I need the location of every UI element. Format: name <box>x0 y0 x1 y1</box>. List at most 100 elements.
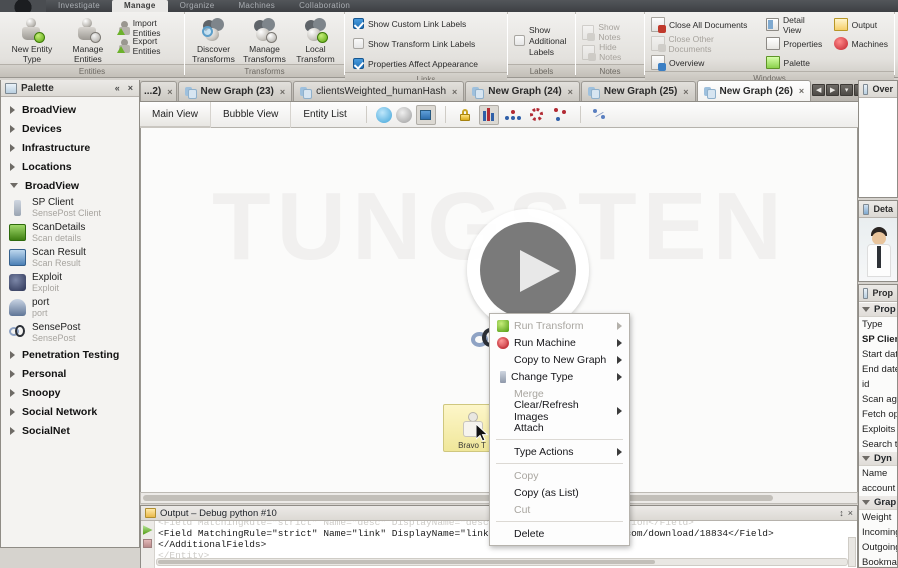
lock-icon[interactable] <box>455 105 475 125</box>
export-entities-button[interactable]: Export Entities <box>118 37 178 54</box>
palette-category-socialnet[interactable]: SocialNet <box>1 421 139 440</box>
manage-entities-button[interactable]: Manage Entities <box>62 15 114 64</box>
context-menu-item-cut[interactable]: Cut <box>490 501 629 518</box>
output-stop-icon[interactable] <box>143 539 152 548</box>
tab-nav-list-button[interactable]: ▾ <box>840 84 853 96</box>
palette-category-broadview-2[interactable]: BroadView <box>1 176 139 195</box>
palette-category-infrastructure[interactable]: Infrastructure <box>1 138 139 157</box>
show-notes-button[interactable]: Show Notes <box>582 24 638 41</box>
palette-close-button[interactable]: × <box>126 83 135 93</box>
palette-category-penetration-testing[interactable]: Penetration Testing <box>1 345 139 364</box>
close-icon[interactable]: × <box>799 86 804 96</box>
document-tab-new-graph-26[interactable]: New Graph (26) × <box>697 80 812 101</box>
properties-button[interactable]: Properties <box>766 35 824 52</box>
palette-category-locations[interactable]: Locations <box>1 157 139 176</box>
overview-minimap[interactable] <box>859 98 897 197</box>
properties-list[interactable]: Prop Type SP Client Start date End date … <box>859 302 897 566</box>
tab-main-view[interactable]: Main View <box>140 102 211 128</box>
document-tab-label: New Graph (25) <box>604 86 677 97</box>
menu-tab-collaboration[interactable]: Collaboration <box>287 0 362 12</box>
palette-entity-sp-client[interactable]: SP Client SensePost Client <box>1 195 139 220</box>
scrollbar-thumb[interactable] <box>158 560 655 564</box>
close-all-documents-button[interactable]: Close All Documents <box>651 16 756 33</box>
palette-button[interactable]: Palette <box>766 54 824 71</box>
output-vertical-scrollbar[interactable] <box>848 537 856 567</box>
tab-bubble-view[interactable]: Bubble View <box>211 102 291 128</box>
palette-collapse-button[interactable]: « <box>113 83 122 93</box>
palette-entity-port[interactable]: port port <box>1 295 139 320</box>
new-entity-type-button[interactable]: New Entity Type <box>6 15 58 64</box>
screen-capture-icon[interactable] <box>416 105 436 125</box>
bubble-size-icon[interactable] <box>396 107 412 123</box>
close-icon[interactable]: × <box>452 87 457 97</box>
output-icon <box>834 18 848 31</box>
import-entities-icon <box>118 21 129 35</box>
hierarchical-layout-icon[interactable] <box>503 105 523 125</box>
close-icon[interactable]: × <box>280 87 285 97</box>
close-icon[interactable]: × <box>167 87 172 97</box>
palette-entity-scan-result[interactable]: Scan Result Scan Result <box>1 245 139 270</box>
output-run-icon[interactable] <box>143 525 153 535</box>
ball-layout-icon[interactable] <box>376 107 392 123</box>
hide-notes-button[interactable]: Hide Notes <box>582 44 638 61</box>
detail-view-button[interactable]: Detail View <box>766 16 824 33</box>
document-tab-truncated[interactable]: ...2) × <box>140 81 177 101</box>
context-menu-item-run-machine[interactable]: Run Machine <box>490 334 629 351</box>
menu-tab-investigate[interactable]: Investigate <box>46 0 112 12</box>
palette-entity-exploit[interactable]: Exploit Exploit <box>1 270 139 295</box>
palette-entity-sensepost[interactable]: SensePost SensePost <box>1 320 139 345</box>
discover-transforms-button[interactable]: Discover Transforms <box>191 15 236 64</box>
output-maximize-button[interactable]: ↕ <box>839 508 844 518</box>
tab-nav-next-button[interactable]: ▶ <box>826 84 839 96</box>
close-other-documents-button[interactable]: Close Other Documents <box>651 35 756 52</box>
context-menu-item-copy-as-list[interactable]: Copy (as List) <box>490 484 629 501</box>
palette-category-snoopy[interactable]: Snoopy <box>1 383 139 402</box>
menu-tab-manage[interactable]: Manage <box>112 0 168 12</box>
interactive-layout-icon[interactable] <box>590 105 610 125</box>
context-menu-item-clear-refresh-images[interactable]: Clear/Refresh Images <box>490 402 629 419</box>
palette-entity-scandetails[interactable]: ScanDetails Scan details <box>1 220 139 245</box>
output-close-button[interactable]: × <box>848 508 853 518</box>
document-tab-new-graph-24[interactable]: New Graph (24) × <box>465 81 580 101</box>
circular-layout-icon[interactable] <box>527 105 547 125</box>
manage-transforms-button[interactable]: Manage Transforms <box>242 15 287 64</box>
document-tab-bar: ...2) × New Graph (23) × clientsWeighted… <box>140 80 858 102</box>
show-transform-link-labels-checkbox[interactable]: Show Transform Link Labels <box>353 35 475 52</box>
menu-tab-organize[interactable]: Organize <box>168 0 227 12</box>
menu-tab-machines[interactable]: Machines <box>226 0 287 12</box>
machines-button[interactable]: Machines <box>834 35 888 52</box>
local-transform-button[interactable]: Local Transform <box>293 15 338 64</box>
palette-category-devices[interactable]: Devices <box>1 119 139 138</box>
properties-affect-appearance-checkbox[interactable]: Properties Affect Appearance <box>353 55 478 72</box>
palette-category-broadview-1[interactable]: BroadView <box>1 100 139 119</box>
tab-nav-prev-button[interactable]: ◀ <box>812 84 825 96</box>
property-row: account <box>859 481 897 496</box>
palette-category-personal[interactable]: Personal <box>1 364 139 383</box>
properties-group-properties[interactable]: Prop <box>859 303 897 317</box>
context-menu-item-run-transform[interactable]: Run Transform <box>490 317 629 334</box>
context-menu-item-copy[interactable]: Copy <box>490 467 629 484</box>
import-entities-button[interactable]: Import Entities <box>118 19 178 36</box>
context-menu-item-delete[interactable]: Delete <box>490 525 629 542</box>
block-layout-icon[interactable] <box>479 105 499 125</box>
properties-group-graph[interactable]: Grap <box>859 496 897 510</box>
output-horizontal-scrollbar[interactable] <box>156 558 848 566</box>
scrollbar-thumb[interactable] <box>143 495 773 501</box>
overview-button[interactable]: Overview <box>651 54 756 71</box>
document-tab-new-graph-25[interactable]: New Graph (25) × <box>581 81 696 101</box>
palette-category-social-network[interactable]: Social Network <box>1 402 139 421</box>
context-menu-item-change-type[interactable]: Change Type <box>490 368 629 385</box>
close-icon[interactable]: × <box>683 87 688 97</box>
context-menu-item-type-actions[interactable]: Type Actions <box>490 443 629 460</box>
organic-layout-icon[interactable] <box>551 105 571 125</box>
document-tab-new-graph-23[interactable]: New Graph (23) × <box>178 81 293 101</box>
show-additional-labels-checkbox[interactable]: Show Additional Labels <box>514 25 569 58</box>
detail-view-dock-header: Deta <box>859 201 897 218</box>
document-tab-clientsweighted-humanhash[interactable]: clientsWeighted_humanHash × <box>293 81 464 101</box>
properties-group-dynamic[interactable]: Dyn <box>859 452 897 466</box>
show-custom-link-labels-checkbox[interactable]: Show Custom Link Labels <box>353 15 466 32</box>
output-button[interactable]: Output <box>834 16 888 33</box>
context-menu-item-copy-to-new-graph[interactable]: Copy to New Graph <box>490 351 629 368</box>
tab-entity-list[interactable]: Entity List <box>291 102 358 128</box>
close-icon[interactable]: × <box>568 87 573 97</box>
